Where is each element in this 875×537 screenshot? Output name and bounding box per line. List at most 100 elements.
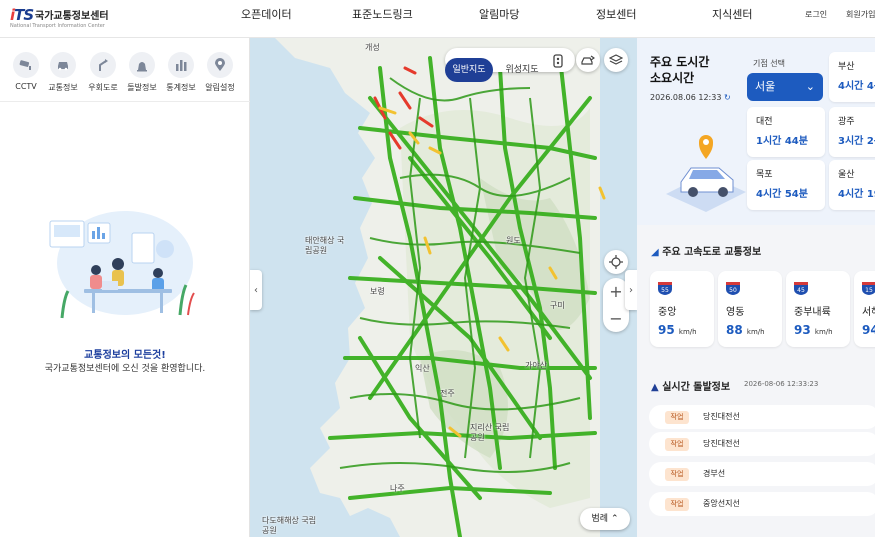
map-label-wondo: 원도 <box>506 236 521 245</box>
tab-satellite-map[interactable]: 위성지도 <box>497 58 547 82</box>
cctv-camera-icon[interactable] <box>551 53 565 68</box>
tool-label: CCTV <box>15 82 37 91</box>
tool-stats[interactable]: 통계정보 <box>163 52 199 93</box>
highway-speed: 95 km/h <box>658 323 697 337</box>
signup-link[interactable]: 회원가입 <box>846 0 875 30</box>
svg-text:50: 50 <box>729 287 737 294</box>
chevron-up-icon: ⌃ <box>610 514 619 524</box>
travel-card-busan[interactable]: 부산 4시간 4분 <box>829 52 875 102</box>
svg-text:15: 15 <box>865 287 873 294</box>
highway-shield-icon: 55 <box>658 282 672 295</box>
tool-alert-settings[interactable]: 알림설정 <box>202 52 238 93</box>
title-line-1: 주요 도시간 <box>650 55 710 69</box>
travel-time-datetime: 2026.08.06 12:33 ↻ <box>650 93 731 102</box>
tool-label: 알림설정 <box>205 83 235 92</box>
tool-traffic[interactable]: 교통정보 <box>45 52 81 93</box>
welcome-title: 교통정보의 모든것! <box>84 350 166 361</box>
logo-subtext: National Transport Information Center <box>10 23 105 29</box>
nav-open-data[interactable]: 오픈데이터 <box>241 0 292 38</box>
dest-city: 부산 <box>838 62 855 72</box>
highway-card-seohaean[interactable]: 15 서해안 94 km/h <box>854 271 875 347</box>
tool-detour[interactable]: 우회도로 <box>85 52 121 93</box>
highway-speed: 93 km/h <box>794 323 833 337</box>
incident-row[interactable]: 작업 경부선 <box>649 462 875 486</box>
dest-city: 광주 <box>838 117 855 127</box>
highway-card-yeongdong[interactable]: 50 영동 88 km/h <box>718 271 782 347</box>
highway-section-title: ◢ 주요 고속도로 교통정보 <box>651 243 761 258</box>
map-terrain <box>250 38 637 537</box>
map-type-toggle: 일반지도 위성지도 <box>445 48 575 82</box>
travel-card-daejeon[interactable]: 대전 1시간 44분 <box>747 107 825 157</box>
tool-cctv[interactable]: CCTV <box>8 52 44 91</box>
base-city-value: 서울 <box>755 80 776 93</box>
welcome-illustration <box>49 211 195 319</box>
left-panel: CCTV 교통정보 우회도로 돌발정보 통계정보 알림설정 교통정보의 모든것!… <box>0 38 250 537</box>
dest-time: 4시간 19분 <box>838 189 875 200</box>
highway-title-text: 주요 고속도로 교통정보 <box>662 247 762 258</box>
map-layer-button[interactable] <box>604 48 628 72</box>
highway-speed: 88 km/h <box>726 323 765 337</box>
dest-time: 4시간 4분 <box>838 81 875 92</box>
nav-knowledge-center[interactable]: 지식센터 <box>712 0 752 38</box>
nav-notice[interactable]: 알림마당 <box>479 0 519 38</box>
location-pin-icon <box>215 58 225 71</box>
my-location-button[interactable] <box>604 250 628 274</box>
tool-incident[interactable]: 돌발정보 <box>124 52 160 93</box>
logo-mark: iTS <box>10 6 34 24</box>
svg-text:45: 45 <box>797 287 805 294</box>
collapse-right-panel-button[interactable]: › <box>625 270 637 310</box>
nav-info-center[interactable]: 정보센터 <box>596 0 636 38</box>
incident-type-badge: 작업 <box>665 411 689 424</box>
detour-icon <box>99 59 108 71</box>
map-route-button[interactable] <box>576 48 600 72</box>
nav-standard-node-link[interactable]: 표준노드링크 <box>352 0 413 38</box>
map-label-gayasan: 가야산 <box>525 361 548 370</box>
incident-road: 중앙선지선 <box>703 499 740 508</box>
site-logo[interactable]: iTS 국가교통정보센터 National Transport Informat… <box>10 5 120 31</box>
collapse-left-panel-button[interactable]: ‹ <box>250 270 262 310</box>
refresh-icon[interactable]: ↻ <box>724 93 731 102</box>
travel-card-mokpo[interactable]: 목포 4시간 54분 <box>747 160 825 210</box>
travel-time-section: 주요 도시간 소요시간 2026.08.06 12:33 ↻ 기점 선택 서울 … <box>637 38 875 225</box>
incident-row[interactable]: 작업 당진대전선 <box>649 432 875 456</box>
highway-speed: 94 km/h <box>862 323 875 337</box>
highway-shield-icon: 15 <box>862 282 875 295</box>
highway-card-jungang[interactable]: 55 중앙 95 km/h <box>650 271 714 347</box>
base-point-label: 기점 선택 <box>753 59 785 68</box>
incident-row[interactable]: 작업 중앙선지선 <box>649 492 875 516</box>
legend-label: 범례 <box>591 514 609 524</box>
map-label-jeonju: 전주 <box>440 389 455 398</box>
stats-icon <box>176 60 187 71</box>
tool-label: 돌발정보 <box>127 83 157 92</box>
car-illustration <box>666 135 746 212</box>
zoom-out-button[interactable]: − <box>603 305 629 332</box>
dest-time: 3시간 2분 <box>838 136 875 147</box>
highway-card-jungbu-naeryuk[interactable]: 45 중부내륙 93 km/h <box>786 271 850 347</box>
tool-label: 통계정보 <box>166 83 196 92</box>
siren-icon: ▲ <box>651 382 659 393</box>
cctv-icon <box>19 60 31 70</box>
travel-card-gwangju[interactable]: 광주 3시간 2분 <box>829 107 875 157</box>
map-label-boryeong: 보령 <box>370 287 385 296</box>
map-label-gumi: 구미 <box>550 301 565 310</box>
chevron-right-icon: › <box>629 284 633 296</box>
incident-icon <box>137 62 147 72</box>
legend-button[interactable]: 범례 ⌃ <box>580 508 630 530</box>
incident-type-badge: 작업 <box>665 468 689 481</box>
highway-name: 중앙 <box>658 307 677 318</box>
traffic-map[interactable]: 개성 태안해상 국립공원 보령 익산 전주 나주 다도해해상 국립공원 구미 지… <box>250 38 637 537</box>
tab-general-map[interactable]: 일반지도 <box>445 58 493 82</box>
base-city-select[interactable]: 서울 ⌄ <box>747 73 823 101</box>
incident-road: 경부선 <box>703 469 726 478</box>
login-link[interactable]: 로그인 <box>805 0 827 30</box>
incident-road: 당진대전선 <box>703 439 740 448</box>
dest-city: 울산 <box>838 170 855 180</box>
travel-card-ulsan[interactable]: 울산 4시간 19분 <box>829 160 875 210</box>
tool-label: 우회도로 <box>88 83 118 92</box>
highway-name: 영동 <box>726 307 745 318</box>
welcome-subtitle: 국가교통정보센터에 오신 것을 환영합니다. <box>44 364 206 374</box>
dest-city: 목포 <box>756 170 773 180</box>
incident-road: 당진대전선 <box>703 412 740 421</box>
incident-timestamp: 2026-08-06 12:33:23 <box>744 380 819 388</box>
incident-row[interactable]: 작업 당진대전선 <box>649 405 875 429</box>
